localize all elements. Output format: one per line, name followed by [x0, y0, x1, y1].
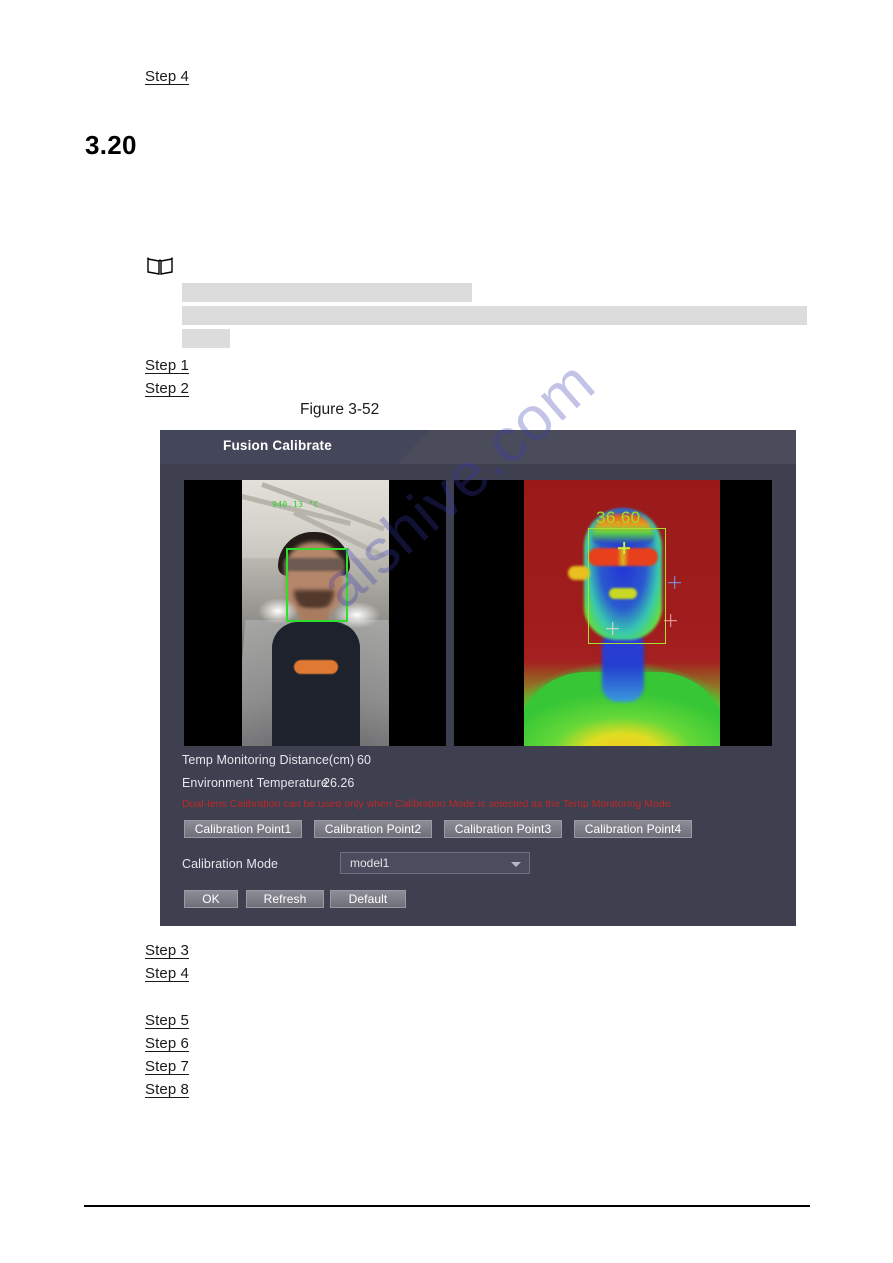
- visible-light-frame: 940.13 °C: [242, 480, 389, 746]
- step-label-7: Step 7: [145, 1058, 189, 1075]
- document-page: Step 4 3.20 Step 1 Step 2 Figure 3-52 Fu…: [0, 0, 893, 1263]
- calibration-point1-button[interactable]: Calibration Point1: [184, 820, 302, 838]
- calibration-point2-button[interactable]: Calibration Point2: [314, 820, 432, 838]
- thermal-frame: 36.60: [524, 480, 720, 746]
- step-label-8: Step 8: [145, 1081, 189, 1098]
- calibration-mode-select[interactable]: model1: [340, 852, 530, 874]
- calibration-mode-label: Calibration Mode: [182, 857, 279, 871]
- redacted-text-bar: [182, 329, 230, 348]
- visible-light-preview[interactable]: 940.13 °C: [184, 480, 446, 746]
- redacted-text-bar: [182, 306, 807, 325]
- temp-monitoring-distance-label: Temp Monitoring Distance(cm): [182, 753, 355, 767]
- step-label-2: Step 2: [145, 380, 189, 397]
- step-label-1: Step 1: [145, 357, 189, 374]
- environment-temperature-value: 26.26: [323, 776, 355, 790]
- book-note-icon: [147, 256, 173, 275]
- step-label-5: Step 5: [145, 1012, 189, 1029]
- calibration-point3-button[interactable]: Calibration Point3: [444, 820, 562, 838]
- temp-monitoring-distance-value: 60: [357, 753, 371, 767]
- section-heading: 3.20: [85, 130, 137, 160]
- visible-light-osd-text: 940.13 °C: [272, 500, 319, 509]
- refresh-button[interactable]: Refresh: [246, 890, 324, 908]
- calibration-mode-value: model1: [350, 856, 390, 870]
- visible-light-face-box: [286, 548, 348, 622]
- step-label-6: Step 6: [145, 1035, 189, 1052]
- dialog-title: Fusion Calibrate: [223, 438, 332, 453]
- default-button[interactable]: Default: [330, 890, 406, 908]
- step-label-top: Step 4: [145, 68, 189, 85]
- thermal-preview[interactable]: 36.60: [454, 480, 772, 746]
- chevron-down-icon: [511, 862, 521, 867]
- step-label-4: Step 4: [145, 965, 189, 982]
- step-label-3: Step 3: [145, 942, 189, 959]
- environment-temperature-label: Environment Temperature: [182, 776, 328, 790]
- calibration-warning-text: Dual-lens Calibration can be used only w…: [182, 798, 674, 810]
- redacted-text-bar: [182, 283, 472, 302]
- subject-shirt: [272, 622, 360, 746]
- calibration-point4-button[interactable]: Calibration Point4: [574, 820, 692, 838]
- fusion-calibrate-dialog: Fusion Calibrate 940.13 °C 36.60 Temp Mo…: [160, 430, 796, 926]
- footer-separator: [84, 1205, 810, 1207]
- thermal-ear: [568, 566, 590, 580]
- thermal-face-box: [588, 528, 666, 644]
- dialog-titlebar: Fusion Calibrate: [160, 430, 796, 464]
- ok-button[interactable]: OK: [184, 890, 238, 908]
- thermal-temperature-label: 36.60: [596, 508, 641, 527]
- figure-caption: Figure 3-52: [300, 401, 380, 418]
- subject-badge: [294, 660, 338, 674]
